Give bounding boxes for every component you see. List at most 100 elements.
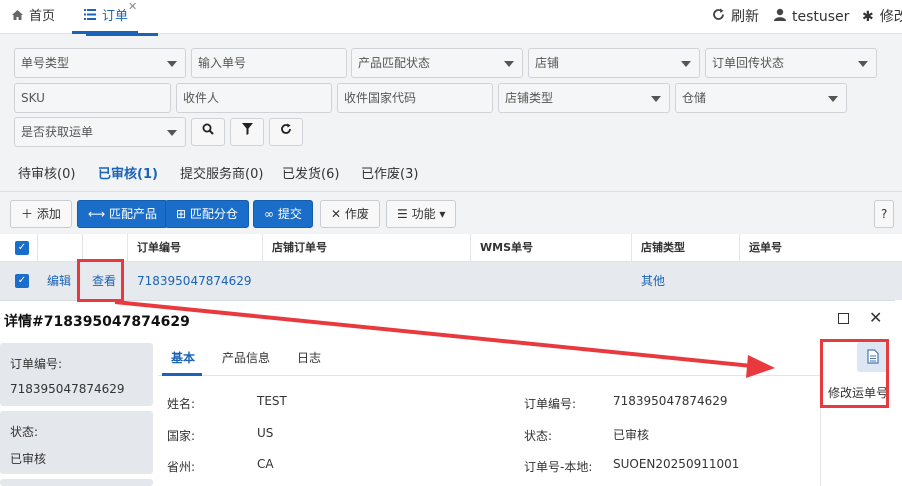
divider	[37, 234, 38, 262]
shop-placeholder: 店铺	[535, 56, 560, 70]
select-all-checkbox[interactable]: ✓	[15, 241, 29, 255]
match-warehouse-button[interactable]: ⊞ 匹配分仓	[165, 200, 249, 228]
top-nav-bar: 首页 订单 ✕ 刷新 testuser ✱ 修改	[0, 0, 902, 34]
summary-card	[0, 479, 153, 486]
detail-title: 详情#718395047874629	[4, 314, 190, 330]
shop-type-select[interactable]: 店铺类型	[498, 83, 670, 113]
reset-icon	[280, 123, 292, 139]
row-checkbox[interactable]: ✓	[15, 274, 29, 288]
col-waybill-no: 运单号	[749, 241, 782, 254]
divider	[127, 234, 128, 262]
summary-card-order-no: 订单编号: 718395047874629	[0, 343, 153, 406]
submit-button[interactable]: ∞ 提交	[253, 200, 313, 228]
tab-product-info[interactable]: 产品信息	[222, 338, 270, 376]
field-label: 姓名:	[167, 397, 196, 411]
match-product-button[interactable]: ⟷ 匹配产品	[77, 200, 169, 228]
divider	[262, 234, 263, 262]
recipient-input[interactable]: 收件人	[176, 83, 332, 113]
divider	[739, 234, 740, 262]
warehouse-select[interactable]: 仓储	[675, 83, 847, 113]
country-code-input[interactable]: 收件国家代码	[337, 83, 493, 113]
field-value: US	[257, 426, 274, 440]
detail-tabs: 基本 产品信息 日志	[158, 338, 890, 376]
tab-reviewed[interactable]: 已审核(1)	[98, 156, 158, 192]
field-label: 订单编号:	[524, 397, 577, 411]
settings-button[interactable]: ✱ 修改	[862, 0, 902, 34]
help-button[interactable]: ?	[874, 200, 895, 228]
table-header: ✓ 订单编号 店铺订单号 WMS单号 店铺类型 运单号	[0, 234, 902, 262]
filter-button[interactable]	[230, 118, 264, 146]
tab-submitted-provider[interactable]: 提交服务商(0)	[180, 156, 263, 192]
close-icon[interactable]: ✕	[128, 1, 137, 13]
close-icon[interactable]: ✕	[869, 308, 882, 327]
order-no-input[interactable]: 输入单号	[191, 48, 347, 78]
waybill-fetched-select[interactable]: 是否获取运单	[14, 117, 186, 147]
summary-value: 已审核	[10, 452, 47, 466]
asterisk-icon: ✱	[862, 9, 874, 25]
order-no-cell[interactable]: 718395047874629	[137, 262, 252, 300]
tab-log[interactable]: 日志	[297, 338, 321, 376]
chevron-down-icon	[681, 61, 691, 67]
maximize-icon[interactable]	[838, 313, 849, 324]
edit-link[interactable]: 编辑	[47, 262, 71, 300]
sku-placeholder: SKU	[21, 91, 45, 105]
match-warehouse-label: 匹配分仓	[189, 207, 238, 221]
tab-basic[interactable]: 基本	[171, 338, 195, 376]
tab-order[interactable]: 订单	[84, 0, 128, 34]
tab-shipped[interactable]: 已发货(6)	[282, 156, 339, 192]
field-value: CA	[257, 457, 274, 471]
col-order-no: 订单编号	[137, 241, 181, 254]
field-value: SUOEN20250911001	[613, 457, 740, 471]
field-value: TEST	[257, 394, 287, 408]
filter-icon	[241, 123, 253, 139]
shop-select[interactable]: 店铺	[528, 48, 700, 78]
annotation-highlight-modify-waybill	[820, 339, 889, 408]
col-wms-no: WMS单号	[480, 241, 534, 254]
product-match-select[interactable]: 产品匹配状态	[351, 48, 523, 78]
user-menu[interactable]: testuser	[774, 0, 849, 34]
home-icon	[12, 0, 23, 34]
add-label: 添加	[36, 207, 61, 221]
refresh-label: 刷新	[731, 9, 759, 25]
detail-tab-active-indicator	[162, 373, 202, 376]
shop-type-placeholder: 店铺类型	[505, 91, 554, 105]
refresh-button[interactable]: 刷新	[712, 0, 759, 34]
order-return-status-placeholder: 订单回传状态	[712, 56, 785, 70]
user-icon	[774, 0, 786, 34]
status-tab-active-indicator	[86, 33, 158, 36]
col-shop-order-no: 店铺订单号	[272, 241, 327, 254]
tab-voided[interactable]: 已作废(3)	[361, 156, 418, 192]
tab-home[interactable]: 首页	[12, 0, 55, 34]
tab-home-label: 首页	[29, 9, 56, 24]
doc-type-placeholder: 单号类型	[21, 56, 70, 70]
recipient-placeholder: 收件人	[183, 91, 220, 105]
add-button[interactable]: ＋ 添加	[10, 200, 72, 228]
sku-input[interactable]: SKU	[14, 83, 171, 113]
chevron-down-icon	[651, 96, 661, 102]
col-shop-type: 店铺类型	[641, 241, 685, 254]
divider	[470, 234, 471, 262]
field-label: 国家:	[167, 429, 196, 443]
search-button[interactable]	[191, 118, 225, 146]
reset-button[interactable]	[269, 118, 303, 146]
chevron-down-icon	[828, 96, 838, 102]
sitemap-icon: ⊞	[176, 207, 190, 221]
times-icon: ✕	[331, 207, 345, 221]
list-icon	[84, 0, 96, 34]
product-match-placeholder: 产品匹配状态	[358, 56, 431, 70]
tab-pending-review[interactable]: 待审核(0)	[18, 156, 75, 192]
country-code-placeholder: 收件国家代码	[344, 91, 417, 105]
divider	[82, 234, 83, 262]
field-label: 状态:	[524, 429, 553, 443]
tab-order-label: 订单	[102, 9, 129, 24]
help-icon: ?	[881, 207, 888, 221]
summary-label: 订单编号:	[10, 357, 63, 371]
table-row: ✓ 编辑 查看 718395047874629 其他	[0, 262, 902, 300]
order-no-placeholder: 输入单号	[198, 56, 247, 70]
doc-type-select[interactable]: 单号类型	[14, 48, 186, 78]
plus-icon: ＋	[21, 207, 37, 221]
void-label: 作废	[344, 207, 369, 221]
functions-dropdown[interactable]: ☰ 功能 ▾	[386, 200, 457, 228]
order-return-status-select[interactable]: 订单回传状态	[705, 48, 877, 78]
void-button[interactable]: ✕ 作废	[320, 200, 380, 228]
